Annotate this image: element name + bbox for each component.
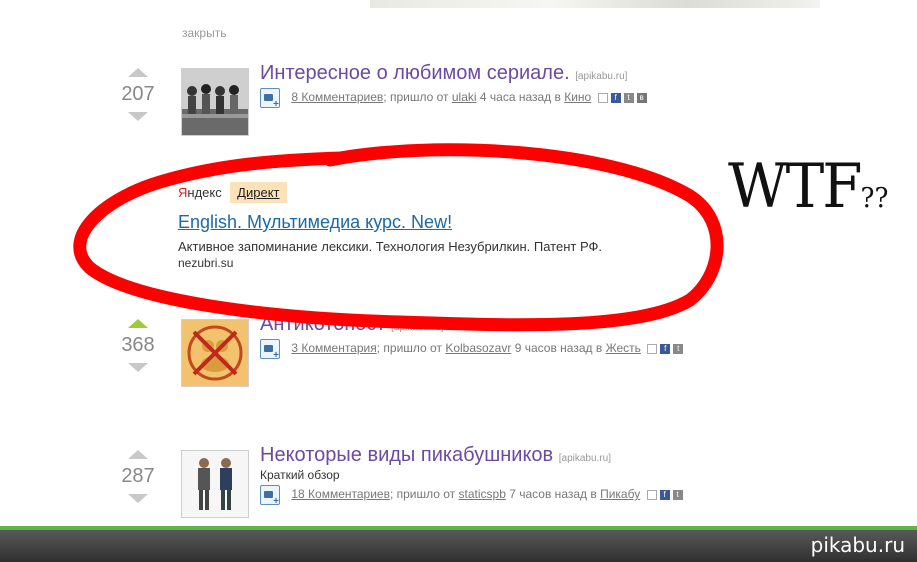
upvote-arrow-icon[interactable]	[128, 450, 148, 459]
downvote-arrow-icon[interactable]	[128, 112, 148, 121]
twitter-icon[interactable]: t	[673, 344, 684, 354]
category-link[interactable]: Кино	[564, 90, 591, 104]
facebook-icon[interactable]: f	[610, 93, 621, 103]
post-score: 287	[121, 465, 155, 487]
post-score: 368	[121, 334, 155, 356]
post-thumbnail[interactable]	[181, 68, 249, 136]
post-time: 9 часов назад в	[514, 341, 603, 356]
upvote-arrow-icon[interactable]	[128, 319, 148, 328]
post-title[interactable]: Некоторые виды пикабушников [apikabu.ru]	[260, 444, 611, 467]
post-title[interactable]: Антикотопост [apikabu.ru]	[260, 313, 443, 336]
post-source: [apikabu.ru]	[575, 71, 628, 82]
comments-link[interactable]: 8 Комментариев	[291, 90, 383, 104]
post-item: 368 Антикотопост [apikabu.ru] 3 Коммента…	[0, 313, 917, 399]
vk-icon[interactable]: в	[636, 93, 647, 103]
vote-widget: 368	[118, 319, 158, 372]
author-link[interactable]: staticspb	[459, 487, 506, 501]
add-photo-icon[interactable]	[260, 339, 280, 361]
comments-link[interactable]: 3 Комментария	[291, 341, 376, 355]
post-score: 207	[121, 83, 155, 105]
yandex-direct-ad: Яндекс Директ English. Мультимедиа курс.…	[178, 182, 738, 270]
post-meta: 18 Комментариев; пришло от staticspb 7 ч…	[260, 485, 683, 507]
post-title-link[interactable]: Антикотопост	[260, 313, 386, 335]
add-photo-icon[interactable]	[260, 88, 280, 110]
post-title[interactable]: Интересное о любимом сериале. [apikabu.r…	[260, 62, 627, 85]
save-icon[interactable]	[647, 344, 658, 354]
facebook-icon[interactable]: f	[659, 490, 670, 500]
yandex-logo-y: Я	[178, 185, 188, 200]
twitter-icon[interactable]: t	[623, 93, 634, 103]
footer-bar: pikabu.ru	[0, 530, 917, 562]
post-subtitle: Краткий обзор	[260, 468, 340, 482]
meta-text: ; пришло от	[376, 341, 442, 356]
save-icon[interactable]	[597, 93, 608, 103]
yandex-logo[interactable]: Яндекс	[178, 185, 222, 200]
no-cats-sign-icon	[182, 320, 248, 386]
downvote-arrow-icon[interactable]	[128, 494, 148, 503]
category-link[interactable]: Жесть	[606, 341, 641, 355]
two-men-photo-icon	[182, 451, 248, 517]
meta-text: ; пришло от	[389, 487, 456, 502]
post-source: [apikabu.ru]	[391, 322, 444, 333]
comments-link[interactable]: 18 Комментариев	[291, 487, 390, 501]
post-meta: 8 Комментариев; пришло от ulaki 4 часа н…	[260, 88, 647, 110]
category-link[interactable]: Пикабу	[600, 487, 640, 501]
author-link[interactable]: Kolbasozavr	[445, 341, 511, 355]
question-marks: ??	[860, 182, 889, 215]
wtf-annotation: WTF??	[728, 150, 888, 221]
downvote-arrow-icon[interactable]	[128, 363, 148, 372]
direct-badge[interactable]: Директ	[230, 182, 287, 203]
meta-text: ; пришло от	[383, 90, 449, 105]
post-item: 207 Интересное о любимом сериале. [apika…	[0, 62, 917, 148]
post-title-link[interactable]: Интересное о любимом сериале.	[260, 62, 570, 84]
author-link[interactable]: ulaki	[452, 90, 477, 104]
post-item: 287 Некоторые виды пикабушников [apikabu…	[0, 444, 917, 530]
vote-widget: 207	[118, 68, 158, 121]
upvote-arrow-icon[interactable]	[128, 68, 148, 77]
ad-domain: nezubri.su	[178, 256, 234, 270]
post-thumbnail[interactable]	[181, 319, 249, 387]
pikabu-watermark: pikabu.ru	[810, 533, 905, 557]
post-thumbnail[interactable]	[181, 450, 249, 518]
facebook-icon[interactable]: f	[660, 344, 671, 354]
post-time: 4 часа назад в	[479, 90, 561, 105]
wtf-text: WTF	[728, 150, 863, 222]
add-photo-icon[interactable]	[260, 485, 280, 507]
post-title-link[interactable]: Некоторые виды пикабушников	[260, 444, 553, 466]
close-link[interactable]: закрыть	[182, 26, 226, 40]
yandex-logo-rest: ндекс	[187, 185, 222, 200]
ad-header: Яндекс Директ	[178, 182, 738, 203]
post-meta: 3 Комментария; пришло от Kolbasozavr 9 ч…	[260, 339, 684, 361]
group-photo-icon	[182, 69, 248, 135]
ad-title-link[interactable]: English. Мультимедиа курс. New!	[178, 212, 738, 233]
top-image-strip	[370, 0, 820, 8]
vote-widget: 287	[118, 450, 158, 503]
twitter-icon[interactable]: t	[672, 490, 683, 500]
post-source: [apikabu.ru]	[558, 453, 612, 464]
ad-text: Активное запоминание лексики. Технология…	[178, 239, 602, 254]
save-icon[interactable]	[646, 490, 657, 500]
post-time: 7 часов назад в	[509, 487, 597, 502]
